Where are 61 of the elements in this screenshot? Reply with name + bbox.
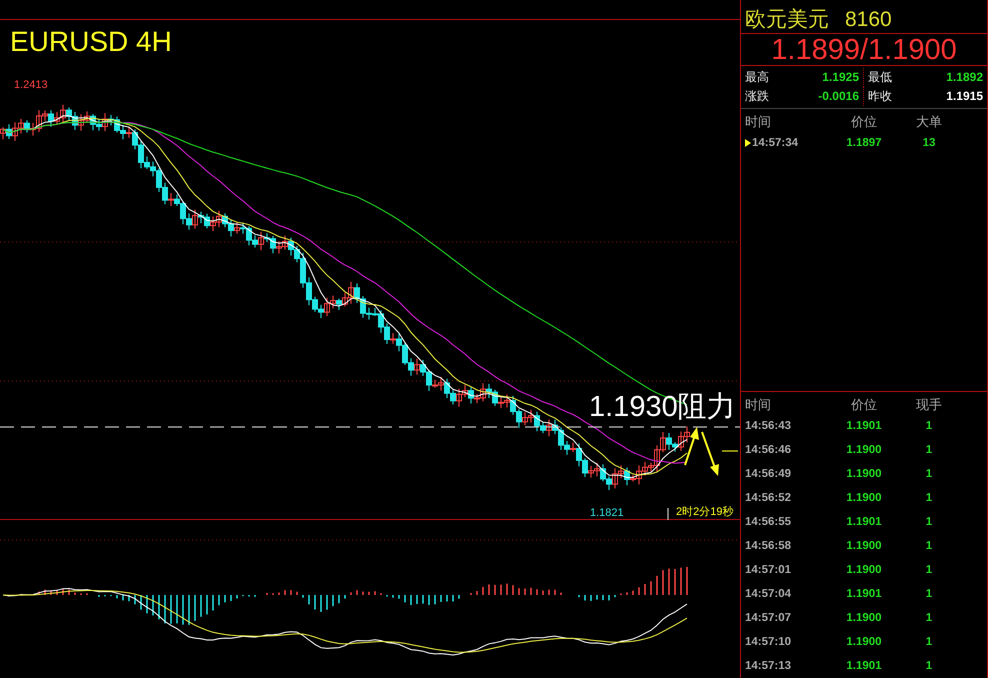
bid-ask-price: 1.1899/1.1900 <box>741 34 987 66</box>
trade-size: 1 <box>924 467 934 482</box>
column-header: 现手 <box>915 396 943 414</box>
stat-label: 最高 <box>745 69 769 86</box>
trade-size: 1 <box>924 491 934 506</box>
trade-size: 1 <box>924 635 934 650</box>
stat-value: 1.1925 <box>822 69 859 86</box>
trade-time: 14:57:07 <box>745 611 792 626</box>
trade-size: 1 <box>924 515 934 530</box>
trade-price: 1.1900 <box>845 635 883 650</box>
trade-time: 14:57:01 <box>745 563 792 578</box>
trade-time: 14:56:46 <box>745 443 792 458</box>
trade-size: 1 <box>924 539 934 554</box>
stat-value: -0.0016 <box>818 88 859 105</box>
column-header: 时间 <box>745 113 772 131</box>
trade-size: 1 <box>924 419 934 434</box>
trade-price: 1.1900 <box>845 467 883 482</box>
trade-time: 14:56:49 <box>745 467 792 482</box>
column-header: 价位 <box>850 396 878 414</box>
stat-value: 1.1892 <box>946 69 983 86</box>
trend-arrow <box>684 427 699 466</box>
trade-price: 1.1897 <box>845 136 883 151</box>
high-price-label: 1.2413 <box>14 80 48 91</box>
trade-price: 1.1900 <box>845 443 883 458</box>
trade-size: 1 <box>924 611 934 626</box>
trade-size: 13 <box>922 136 936 151</box>
trade-time: 14:57:04 <box>745 587 792 602</box>
trade-price: 1.1900 <box>845 611 883 626</box>
trade-time: 14:56:55 <box>745 515 792 530</box>
chart-title: EURUSD 4H <box>10 28 172 56</box>
stat-label: 涨跌 <box>745 88 769 105</box>
stat-label: 昨收 <box>868 88 892 105</box>
trade-size: 1 <box>924 659 934 674</box>
trade-price: 1.1901 <box>845 515 883 530</box>
trade-time: 14:57:10 <box>745 635 792 650</box>
trade-time: 14:56:52 <box>745 491 792 506</box>
low-price-label: 1.1821 <box>590 508 624 519</box>
column-header: 时间 <box>745 396 772 414</box>
price-marker <box>722 450 738 452</box>
instrument-name: 欧元美元 <box>745 7 829 33</box>
stat-label: 最低 <box>868 69 892 86</box>
trade-size: 1 <box>924 587 934 602</box>
trade-time: 14:56:43 <box>745 419 792 434</box>
trade-size: 1 <box>924 563 934 578</box>
stat-value: 1.1915 <box>946 88 983 105</box>
column-header: 价位 <box>850 113 878 131</box>
trade-time: 14:57:34 <box>752 136 798 151</box>
column-header: 大单 <box>915 113 943 131</box>
trade-price: 1.1900 <box>845 491 883 506</box>
trade-size: 1 <box>924 443 934 458</box>
countdown-label: 2时2分19秒 <box>676 507 734 518</box>
trend-arrow <box>701 432 719 476</box>
trade-price: 1.1900 <box>845 539 883 554</box>
trade-time: 14:57:13 <box>745 659 792 674</box>
trade-time: 14:56:58 <box>745 539 792 554</box>
trade-price: 1.1901 <box>845 587 883 602</box>
trade-price: 1.1900 <box>845 563 883 578</box>
trade-price: 1.1901 <box>845 419 883 434</box>
resistance-annotation: 1.1930阻力 <box>589 393 736 422</box>
instrument-code: 8160 <box>845 7 892 33</box>
trade-price: 1.1901 <box>845 659 883 674</box>
